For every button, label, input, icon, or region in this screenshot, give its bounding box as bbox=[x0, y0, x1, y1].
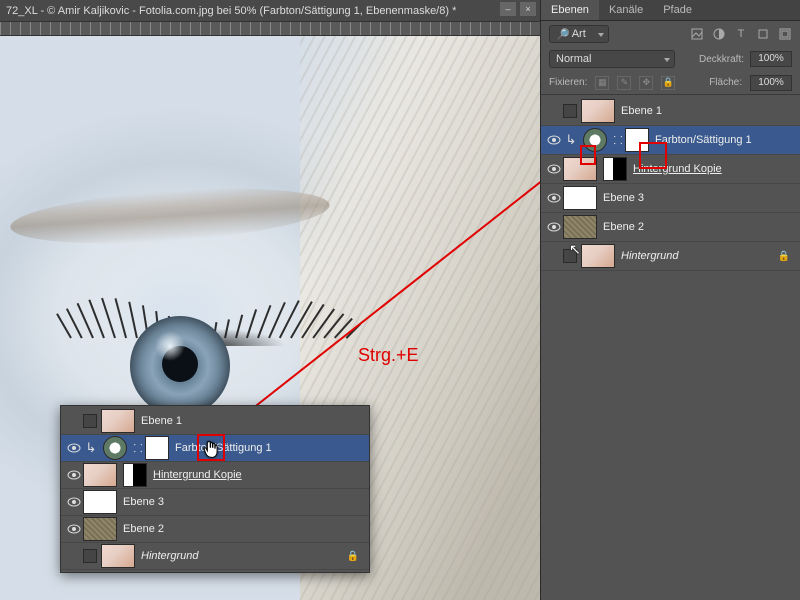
visibility-toggle[interactable] bbox=[65, 466, 83, 484]
layer-mask-thumb[interactable] bbox=[123, 463, 147, 487]
fill-label: Fläche: bbox=[709, 77, 742, 88]
layer-name[interactable]: Hintergrund Kopie bbox=[153, 469, 242, 481]
filter-pixel-icon[interactable] bbox=[690, 27, 704, 41]
visibility-toggle[interactable] bbox=[545, 189, 563, 207]
panel-tabs: Ebenen Kanäle Pfade bbox=[541, 0, 800, 21]
blend-mode-dropdown[interactable]: Normal bbox=[549, 50, 675, 68]
image-content bbox=[9, 180, 332, 252]
layer-thumb[interactable] bbox=[101, 544, 135, 568]
opacity-input[interactable]: 100% bbox=[750, 51, 792, 67]
document-title: 72_XL - © Amir Kaljikovic - Fotolia.com.… bbox=[6, 5, 456, 17]
visibility-toggle[interactable] bbox=[65, 439, 83, 457]
link-mask-icon[interactable]: ⸬ bbox=[611, 133, 625, 148]
filter-type-icon[interactable]: T bbox=[734, 27, 748, 41]
annotation-highlight bbox=[639, 142, 667, 169]
layer-row[interactable]: Ebene 3 bbox=[541, 184, 800, 213]
layer-filter-bar: 🔎Art T bbox=[541, 21, 800, 47]
tab-paths[interactable]: Pfade bbox=[653, 0, 702, 20]
layer-mask-thumb[interactable] bbox=[145, 436, 169, 460]
document-window-controls: – × bbox=[500, 2, 536, 16]
layer-thumb[interactable] bbox=[563, 215, 597, 239]
layer-row[interactable]: Ebene 2 bbox=[61, 516, 369, 543]
cursor-icon bbox=[201, 439, 223, 461]
lock-position-icon[interactable]: ✥ bbox=[639, 76, 653, 90]
layer-name[interactable]: Ebene 3 bbox=[123, 496, 164, 508]
visibility-toggle[interactable] bbox=[545, 131, 563, 149]
lock-row: Fixieren: ▦ ✎ ✥ 🔒 Fläche: 100% bbox=[541, 71, 800, 95]
visibility-toggle[interactable] bbox=[545, 218, 563, 236]
layer-row[interactable]: Ebene 1 bbox=[61, 408, 369, 435]
link-mask-icon[interactable]: ⸬ bbox=[131, 441, 145, 456]
minimize-button[interactable]: – bbox=[500, 2, 516, 16]
lock-label: Fixieren: bbox=[549, 77, 587, 88]
blend-mode-value: Normal bbox=[556, 53, 591, 65]
close-doc-button[interactable]: × bbox=[520, 2, 536, 16]
fill-input[interactable]: 100% bbox=[750, 75, 792, 91]
layer-thumb[interactable] bbox=[83, 490, 117, 514]
tab-layers[interactable]: Ebenen bbox=[541, 0, 599, 20]
annotation-text: Strg.+E bbox=[358, 345, 419, 366]
adjustment-thumb[interactable] bbox=[103, 436, 127, 460]
callout-panel: Ebene 1↳⸬Farbton/Sättigung 1Hintergrund … bbox=[60, 405, 370, 573]
tab-channels[interactable]: Kanäle bbox=[599, 0, 653, 20]
layer-checkbox[interactable] bbox=[83, 414, 97, 428]
cursor-arrow-icon: ↖ bbox=[569, 241, 581, 258]
image-content bbox=[155, 331, 185, 361]
filter-smart-icon[interactable] bbox=[778, 27, 792, 41]
layer-name[interactable]: Farbton/Sättigung 1 bbox=[655, 134, 752, 146]
lock-icon: 🔒 bbox=[778, 251, 790, 262]
layer-thumb[interactable] bbox=[83, 517, 117, 541]
filter-kind-label: Art bbox=[572, 28, 586, 40]
layer-name[interactable]: Hintergrund bbox=[621, 250, 678, 262]
layer-checkbox[interactable] bbox=[83, 549, 97, 563]
annotation-highlight bbox=[580, 145, 596, 165]
layer-name[interactable]: Hintergrund bbox=[141, 550, 198, 562]
lock-icon: 🔒 bbox=[347, 551, 359, 562]
layer-thumb[interactable] bbox=[83, 463, 117, 487]
visibility-toggle[interactable] bbox=[65, 493, 83, 511]
filter-icons: T bbox=[690, 27, 792, 41]
visibility-toggle[interactable] bbox=[65, 520, 83, 538]
lock-all-icon[interactable]: 🔒 bbox=[661, 76, 675, 90]
opacity-label: Deckkraft: bbox=[699, 54, 744, 65]
layer-thumb[interactable] bbox=[563, 186, 597, 210]
clip-indicator-icon: ↳ bbox=[563, 132, 579, 148]
layer-name[interactable]: Ebene 2 bbox=[123, 523, 164, 535]
layer-row[interactable]: Ebene 1 bbox=[541, 97, 800, 126]
layer-name[interactable]: Ebene 2 bbox=[603, 221, 644, 233]
ruler-horizontal bbox=[0, 22, 540, 36]
lock-transparency-icon[interactable]: ▦ bbox=[595, 76, 609, 90]
filter-shape-icon[interactable] bbox=[756, 27, 770, 41]
blend-row: Normal Deckkraft: 100% bbox=[541, 47, 800, 71]
lock-pixels-icon[interactable]: ✎ bbox=[617, 76, 631, 90]
visibility-toggle[interactable] bbox=[65, 412, 83, 430]
layer-mask-thumb[interactable] bbox=[603, 157, 627, 181]
callout-layers-list: Ebene 1↳⸬Farbton/Sättigung 1Hintergrund … bbox=[61, 406, 369, 572]
layer-name[interactable]: Ebene 3 bbox=[603, 192, 644, 204]
filter-kind-dropdown[interactable]: 🔎Art bbox=[549, 25, 609, 43]
layer-row[interactable]: Ebene 2 bbox=[541, 213, 800, 242]
visibility-toggle[interactable] bbox=[545, 160, 563, 178]
visibility-toggle[interactable] bbox=[545, 247, 563, 265]
layer-checkbox[interactable] bbox=[563, 104, 577, 118]
layer-name[interactable]: Ebene 1 bbox=[141, 415, 182, 427]
layer-row[interactable]: Ebene 3 bbox=[61, 489, 369, 516]
filter-adjustment-icon[interactable] bbox=[712, 27, 726, 41]
clip-indicator-icon: ↳ bbox=[83, 440, 99, 456]
layer-thumb[interactable] bbox=[101, 409, 135, 433]
layer-row[interactable]: Hintergrund Kopie bbox=[61, 462, 369, 489]
layer-thumb[interactable] bbox=[581, 99, 615, 123]
layer-thumb[interactable] bbox=[581, 244, 615, 268]
visibility-toggle[interactable] bbox=[545, 102, 563, 120]
visibility-toggle[interactable] bbox=[65, 547, 83, 565]
layer-name[interactable]: Ebene 1 bbox=[621, 105, 662, 117]
layer-row[interactable]: Hintergrund 🔒 bbox=[61, 543, 369, 570]
layers-panel: Ebenen Kanäle Pfade 🔎Art T Normal Deckkr… bbox=[540, 0, 800, 600]
